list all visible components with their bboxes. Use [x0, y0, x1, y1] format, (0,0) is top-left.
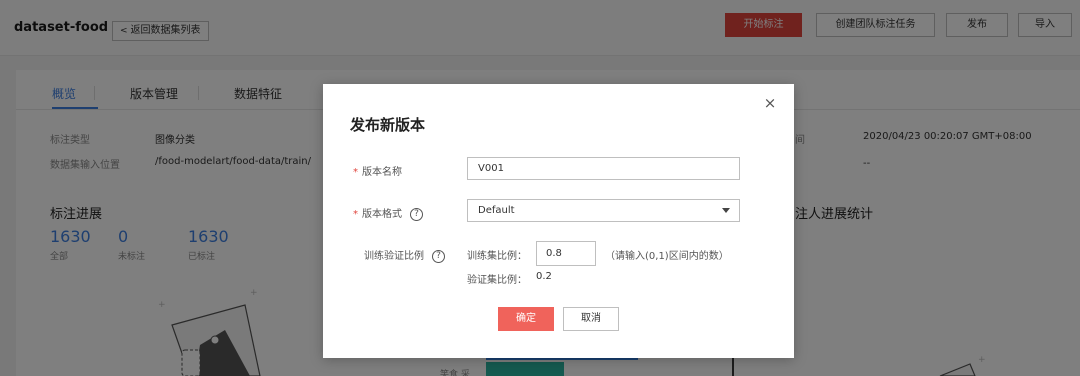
cancel-button[interactable]: 取消	[563, 307, 619, 331]
version-name-label: * 版本名称	[353, 163, 402, 178]
required-mark: *	[353, 209, 358, 220]
dialog-title: 发布新版本	[350, 116, 426, 134]
version-format-label-text: 版本格式	[362, 209, 402, 220]
help-icon[interactable]: ?	[410, 207, 423, 221]
train-ratio-hint: （请输入(0,1)区间内的数）	[605, 251, 729, 262]
caret-down-icon	[722, 208, 730, 213]
publish-version-dialog: 发布新版本 × * 版本名称 * 版本格式? Default 训练验证比例? 训练集…	[323, 84, 794, 358]
train-ratio-label: 训练集比例：	[467, 251, 527, 262]
confirm-button[interactable]: 确定	[498, 307, 554, 331]
val-ratio-label: 验证集比例：	[467, 275, 527, 286]
version-name-label-text: 版本名称	[362, 167, 402, 178]
train-ratio-input[interactable]	[536, 241, 596, 266]
version-name-input[interactable]	[467, 157, 740, 180]
version-format-selected: Default	[478, 205, 515, 216]
version-format-select[interactable]: Default	[467, 199, 740, 222]
help-icon[interactable]: ?	[432, 249, 445, 263]
val-ratio-value: 0.2	[536, 271, 552, 282]
required-mark: *	[353, 167, 358, 178]
split-ratio-label-text: 训练验证比例	[364, 251, 424, 262]
version-format-label: * 版本格式?	[353, 205, 423, 221]
close-icon[interactable]: ×	[763, 96, 777, 111]
split-ratio-label: 训练验证比例?	[364, 247, 445, 263]
